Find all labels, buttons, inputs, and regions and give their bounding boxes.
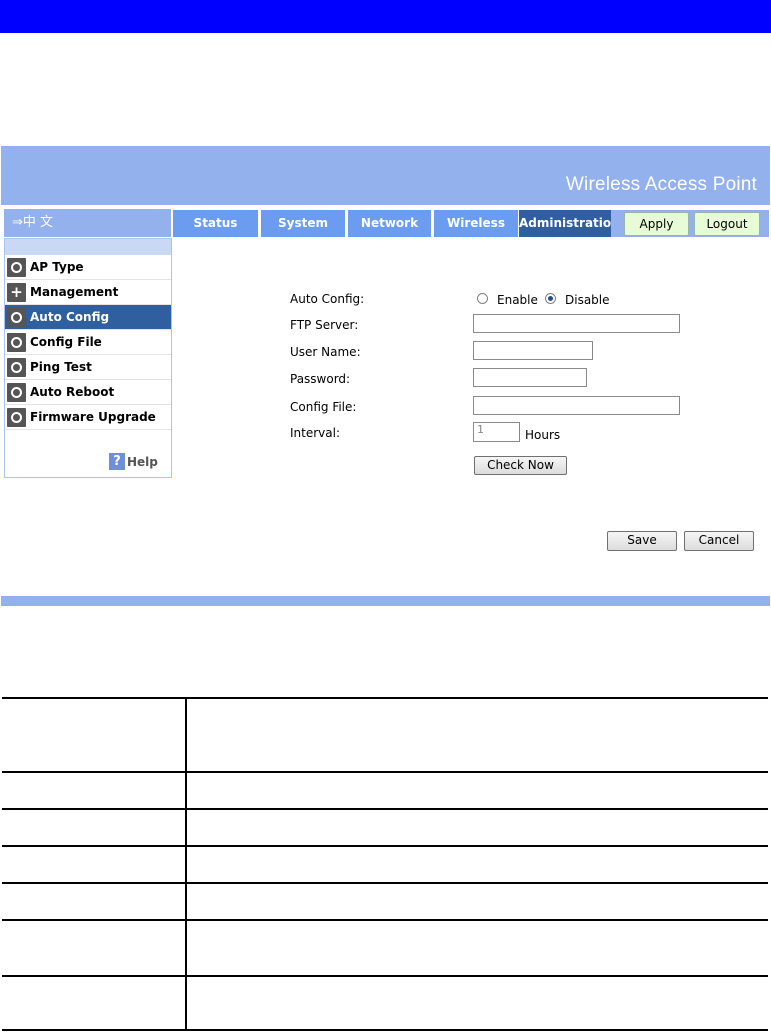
table-row (2, 975, 768, 1031)
auto-config-enable-label: Enable (497, 293, 538, 307)
sidebar-item-label: Management (30, 285, 119, 299)
footer-bar (1, 596, 770, 606)
tab-administration[interactable]: Administration (519, 210, 620, 237)
auto-config-label: Auto Config: (290, 292, 365, 306)
tab-wireless[interactable]: Wireless (434, 210, 518, 237)
document-table (2, 697, 768, 1031)
table-row (2, 919, 768, 977)
interval-unit: Hours (525, 428, 561, 442)
config-file-label: Config File: (290, 400, 357, 414)
apply-button[interactable]: Apply (624, 212, 689, 236)
sidebar-item-label: Ping Test (30, 360, 92, 374)
table-row (2, 808, 768, 847)
circle-icon (7, 258, 26, 277)
ftp-server-label: FTP Server: (290, 318, 359, 332)
sidebar-item-label: Auto Config (30, 310, 110, 324)
logout-button[interactable]: Logout (694, 212, 760, 236)
password-label: Password: (290, 372, 351, 386)
interval-label: Interval: (290, 426, 340, 440)
banner-divider (1, 205, 770, 207)
auto-config-disable-label: Disable (565, 293, 610, 307)
help-label: Help (127, 455, 158, 469)
sidebar-item-ping-test[interactable]: Ping Test (5, 355, 171, 380)
tab-status[interactable]: Status (173, 210, 258, 237)
auto-config-enable-radio[interactable] (477, 293, 488, 304)
language-switch[interactable]: ⇒中 文 (4, 209, 171, 237)
table-row (2, 771, 768, 810)
banner: Wireless Access Point (1, 146, 770, 205)
circle-icon (7, 383, 26, 402)
ftp-server-input[interactable] (473, 314, 680, 333)
cancel-button[interactable]: Cancel (684, 531, 754, 551)
help-icon: ? (109, 453, 125, 470)
sidebar-item-auto-reboot[interactable]: Auto Reboot (5, 380, 171, 405)
circle-icon (7, 358, 26, 377)
sidebar-item-auto-config[interactable]: Auto Config (5, 305, 171, 330)
user-name-label: User Name: (290, 345, 361, 359)
user-name-input[interactable] (473, 341, 593, 360)
table-row (2, 882, 768, 921)
tab-system[interactable]: System (261, 210, 345, 237)
sidebar-item-config-file[interactable]: Config File (5, 330, 171, 355)
sidebar-header (5, 239, 171, 255)
banner-title: Wireless Access Point (565, 174, 757, 195)
router-admin-frame: Wireless Access Point ⇒中 文 Status System… (1, 146, 770, 606)
sidebar-item-label: Firmware Upgrade (30, 410, 156, 424)
sidebar-item-label: Config File (30, 335, 102, 349)
plus-icon: + (7, 283, 26, 302)
circle-icon (7, 333, 26, 352)
circle-icon (7, 408, 26, 427)
tab-network[interactable]: Network (348, 210, 431, 237)
config-file-input[interactable] (473, 396, 680, 415)
interval-input[interactable]: 1 (473, 422, 520, 442)
sidebar: AP Type + Management Auto Config Config … (4, 238, 172, 478)
check-now-button[interactable]: Check Now (474, 456, 567, 475)
auto-config-disable-radio[interactable] (545, 293, 556, 304)
sidebar-item-label: AP Type (30, 260, 84, 274)
sidebar-item-ap-type[interactable]: AP Type (5, 255, 171, 280)
sidebar-item-label: Auto Reboot (30, 385, 115, 399)
table-row (2, 697, 768, 773)
save-button[interactable]: Save (607, 531, 677, 551)
circle-icon (7, 308, 26, 327)
table-row (2, 845, 768, 884)
sidebar-item-management[interactable]: + Management (5, 280, 171, 305)
document-header-bar (0, 0, 771, 33)
password-input[interactable] (473, 368, 587, 387)
sidebar-item-firmware-upgrade[interactable]: Firmware Upgrade (5, 405, 171, 430)
